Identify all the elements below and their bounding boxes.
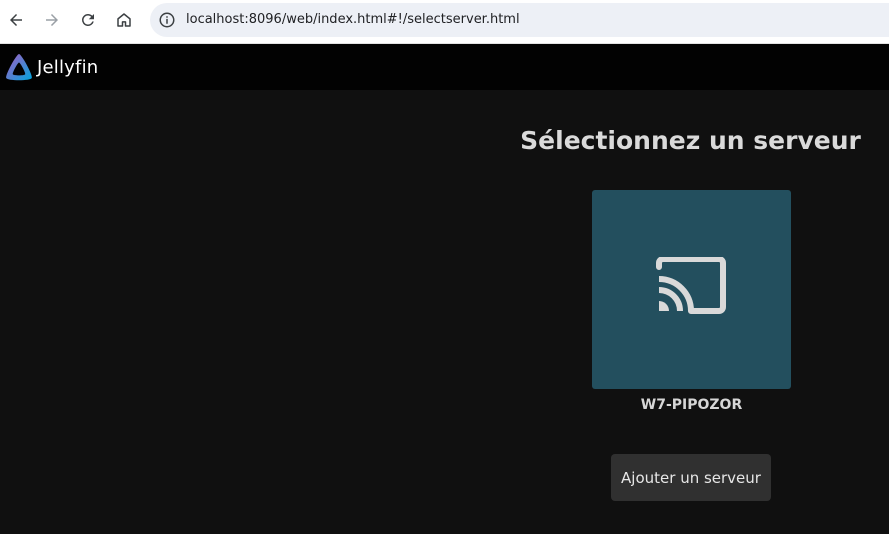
home-button[interactable] [108,6,140,34]
info-icon[interactable] [158,11,176,29]
cast-icon [655,256,726,314]
arrow-right-icon [46,14,58,26]
reload-button[interactable] [72,6,104,34]
browser-toolbar: localhost:8096/web/index.html#!/selectse… [0,0,889,44]
jellyfin-logo-icon[interactable] [3,52,35,82]
url-text[interactable]: localhost:8096/web/index.html#!/selectse… [186,12,520,27]
reload-icon [81,13,94,26]
address-bar[interactable]: localhost:8096/web/index.html#!/selectse… [150,3,889,37]
server-name[interactable]: W7-PIPOZOR [592,397,791,413]
home-icon [117,13,131,27]
page-title: Sélectionnez un serveur [520,126,861,155]
app-header: Jellyfin [0,44,889,90]
arrow-left-icon [10,14,22,26]
brand-name: Jellyfin [37,57,99,78]
back-button[interactable] [0,6,32,34]
server-card[interactable] [592,190,791,389]
add-server-button[interactable]: Ajouter un serveur [611,454,771,501]
forward-button[interactable] [36,6,68,34]
